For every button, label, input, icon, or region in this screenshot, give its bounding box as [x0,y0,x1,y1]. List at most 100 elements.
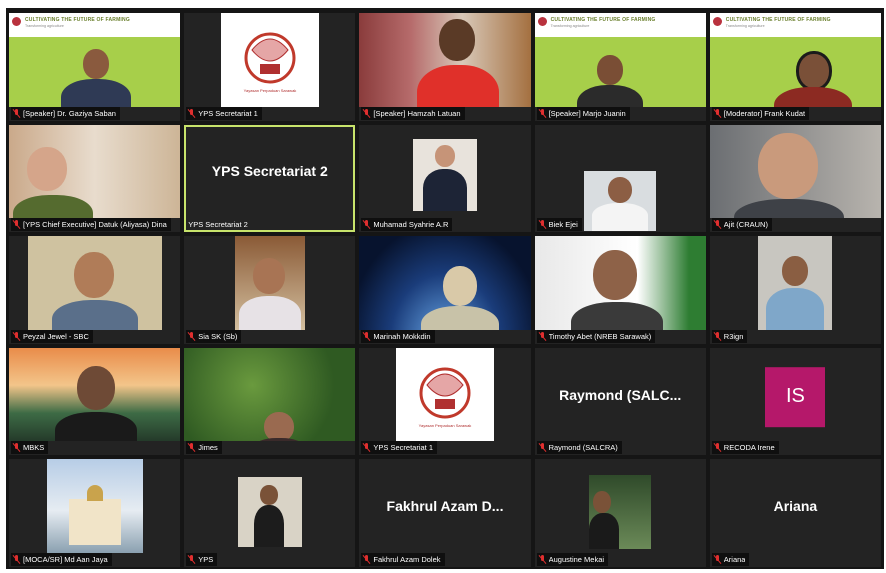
muted-mic-icon [188,331,195,341]
participant-tile[interactable]: Fakhrul Azam D... Fakhrul Azam Dolek [359,459,531,567]
participant-tile[interactable]: Ariana Ariana [709,459,881,567]
participant-name-bar: MBKS [11,441,49,455]
participant-video [9,347,181,442]
participant-name-bar: YPS Secretariat 2 [186,218,252,231]
muted-mic-icon [188,443,195,452]
participant-name: Muhamad Syahrie A.R [373,220,449,230]
muted-mic-icon [714,554,721,564]
gallery-view: CULTIVATING THE FUTURE OF FARMING Transf… [9,13,881,567]
muted-mic-icon [363,220,370,229]
participant-name-bar: [Speaker] Dr. Gaziya Saban [11,106,120,120]
participant-tile[interactable]: R3ign [709,236,881,344]
participant-tile[interactable]: MBKS [9,347,181,456]
muted-mic-icon [13,331,20,341]
muted-mic-icon [539,443,546,452]
participant-tile[interactable]: CULTIVATING THE FUTURE OF FARMING Transf… [534,13,706,121]
participant-name-bar: [Moderator] Frank Kudat [711,106,810,120]
participant-name-bar: Ariana [711,552,750,566]
participant-video [237,477,302,548]
participant-name: [YPS Chief Executive] Datuk (Aliyasa) Di… [23,220,167,230]
participant-video [359,13,531,107]
muted-mic-icon [539,554,546,564]
slide-title: CULTIVATING THE FUTURE OF FARMING [725,17,831,23]
participant-video [412,138,477,211]
participant-name-bar: YPS [186,552,218,566]
participant-tile[interactable]: Augustine Mekai [534,459,706,567]
participant-video: Yayasan Perpaduan Sarawak [220,13,319,107]
slide-title: CULTIVATING THE FUTURE OF FARMING [550,17,656,23]
participant-video [589,475,652,550]
participant-name: [Moderator] Frank Kudat [723,108,806,118]
participant-video: CULTIVATING THE FUTURE OF FARMING Transf… [709,13,881,107]
participant-tile[interactable]: Peyzal Jewel - SBC [9,236,181,344]
muted-mic-icon [714,220,721,229]
slide-subtitle: Transforming agriculture [725,24,765,28]
participant-video [184,347,356,442]
participant-tile[interactable]: CULTIVATING THE FUTURE OF FARMING Transf… [9,13,181,121]
participant-name: [Speaker] Marjo Juanin [548,108,626,118]
participant-tile[interactable]: Ajit (CRAUN) [709,124,881,233]
participant-tile[interactable]: CULTIVATING THE FUTURE OF FARMING Transf… [709,13,881,121]
participant-video [234,236,305,330]
slide-banner: CULTIVATING THE FUTURE OF FARMING Transf… [709,13,881,37]
participant-name: Raymond (SALCRA) [548,443,618,453]
participant-tile[interactable]: Biek Ejei [534,124,706,233]
participant-video: Yayasan Perpaduan Sarawak [395,347,494,442]
yps-logo-icon: Yayasan Perpaduan Sarawak [221,13,319,107]
participant-name-bar: YPS Secretariat 1 [361,441,438,455]
participant-name-bar: Ajit (CRAUN) [711,218,772,232]
building-icon [68,499,121,546]
participant-tile[interactable]: [Speaker] Hamzah Latuan [359,13,531,121]
participant-name: [Speaker] Dr. Gaziya Saban [23,108,116,118]
muted-mic-icon [13,220,20,229]
slide-subtitle: Transforming agriculture [550,24,590,28]
participant-tile[interactable]: Muhamad Syahrie A.R [359,124,531,233]
muted-mic-icon [13,443,20,452]
participant-tile[interactable]: [YPS Chief Executive] Datuk (Aliyasa) Di… [9,124,181,233]
participant-name: YPS Secretariat 1 [373,443,434,453]
participant-display-name: Fakhrul Azam D... [386,498,504,515]
participant-video [27,236,162,330]
participant-video [46,459,143,553]
yps-logo-icon: Yayasan Perpaduan Sarawak [396,348,494,442]
participant-name: Ariana [723,554,746,564]
participant-name-bar: RECODA Irene [711,441,779,455]
participant-name: Augustine Mekai [548,554,605,564]
participant-video [534,236,706,330]
participant-tile[interactable]: [MOCA/SR] Md Aan Jaya [9,459,181,567]
participant-name-bar: [MOCA/SR] Md Aan Jaya [11,552,112,566]
slide-banner: CULTIVATING THE FUTURE OF FARMING Transf… [9,13,181,37]
participant-video [9,124,181,219]
logo-icon [12,17,21,26]
participant-tile[interactable]: Jimes [184,347,356,456]
muted-mic-icon [13,554,20,564]
participant-name: YPS Secretariat 2 [188,220,248,230]
participant-tile[interactable]: Timothy Abet (NREB Sarawak) [534,236,706,344]
participant-avatar: IS [765,366,826,427]
muted-mic-icon [363,554,370,564]
participant-video [709,124,881,219]
muted-mic-icon [714,443,721,452]
participant-name: YPS [198,554,214,564]
participant-tile[interactable]: Marinah Mokkdin [359,236,531,344]
participant-name: Biek Ejei [548,220,578,230]
participant-tile[interactable]: Raymond (SALC... Raymond (SALCRA) [534,347,706,456]
participant-tile[interactable]: Yayasan Perpaduan Sarawak YPS Secretaria… [359,347,531,456]
svg-text:Yayasan Perpaduan Sarawak: Yayasan Perpaduan Sarawak [419,423,472,428]
muted-mic-icon [714,331,721,341]
participant-tile[interactable]: YPS [184,459,356,567]
participant-video [359,236,531,330]
muted-mic-icon [363,331,370,341]
logo-icon [537,17,547,26]
participant-name-bar: Peyzal Jewel - SBC [11,329,93,343]
participant-name-bar: Fakhrul Azam Dolek [361,552,445,566]
participant-name: [MOCA/SR] Md Aan Jaya [23,554,108,564]
participant-video: CULTIVATING THE FUTURE OF FARMING Transf… [9,13,181,107]
participant-tile[interactable]: Sia SK (Sb) [184,236,356,344]
participant-tile[interactable]: IS RECODA Irene [709,347,881,456]
participant-video: CULTIVATING THE FUTURE OF FARMING Transf… [534,13,706,107]
participant-tile-active-speaker[interactable]: YPS Secretariat 2 YPS Secretariat 2 [184,124,356,233]
muted-mic-icon [714,108,721,118]
participant-tile[interactable]: Yayasan Perpaduan Sarawak YPS Secretaria… [184,13,356,121]
participant-name-bar: R3ign [711,329,748,343]
